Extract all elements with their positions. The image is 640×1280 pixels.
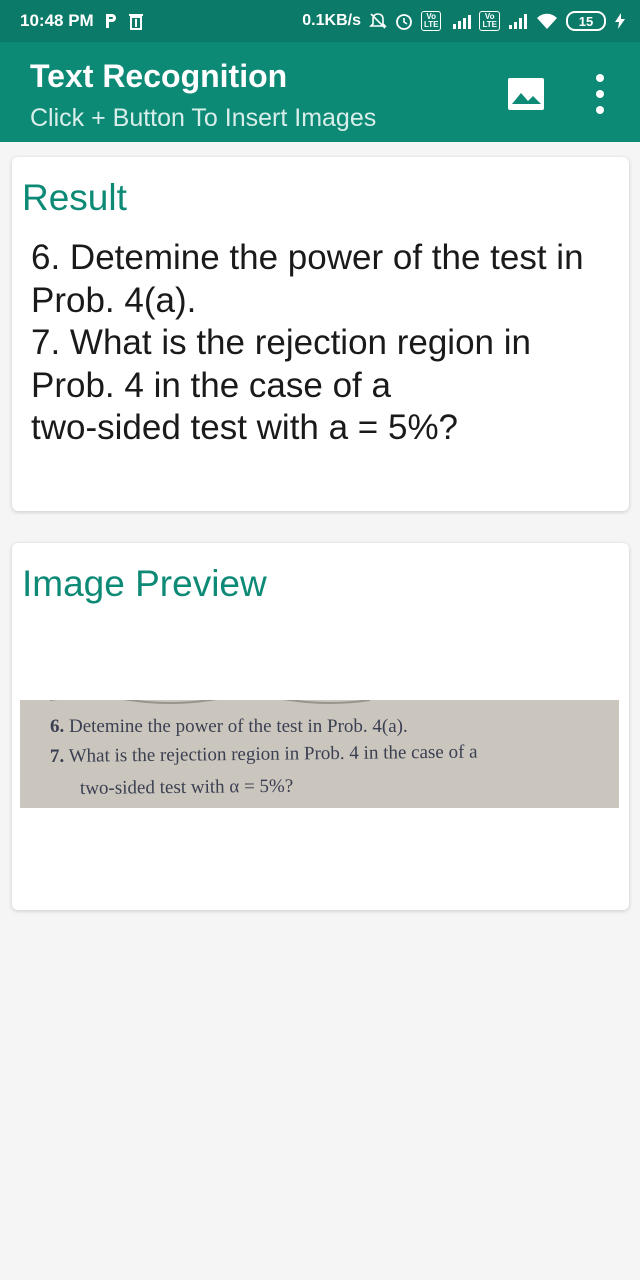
more-dot-icon <box>596 74 604 82</box>
result-title: Result <box>22 177 127 218</box>
battery-indicator: 15 <box>566 11 606 31</box>
app-subtitle: Click + Button To Insert Images <box>30 104 377 132</box>
preview-image: 6. Detemine the power of the test in Pro… <box>20 700 619 808</box>
result-line: Prob. 4(a). <box>31 280 197 320</box>
app-bar: Text Recognition Click + Button To Inser… <box>0 42 640 142</box>
volte-icon: Vo LTE <box>420 11 442 31</box>
result-card: Result 6. Detemine the power of the test… <box>12 157 629 511</box>
alarm-icon <box>395 12 413 30</box>
charging-icon <box>614 12 626 30</box>
more-options-button[interactable] <box>586 74 614 114</box>
result-line: Prob. 4 in the case of a <box>31 365 391 405</box>
preview-line-3: two-sided test with α = 5%? <box>79 775 294 799</box>
result-line: 7. What is the rejection region in <box>31 323 531 362</box>
status-time: 10:48 PM <box>20 11 94 30</box>
insert-image-button[interactable] <box>506 76 546 112</box>
status-bar: 10:48 PM 0.1KB/s Vo LTE Vo LTE 15 <box>0 0 640 42</box>
volte-icon-2: Vo LTE <box>479 11 500 31</box>
result-text[interactable]: 6. Detemine the power of the test in Pro… <box>31 237 621 450</box>
wifi-icon <box>536 12 558 30</box>
preview-line-2: 7. What is the rejection region in Prob.… <box>49 741 478 767</box>
more-dot-icon <box>596 90 604 98</box>
app-title: Text Recognition <box>30 58 288 94</box>
image-icon <box>508 78 544 110</box>
preview-cropped-line <box>50 700 371 709</box>
signal-4g-icon <box>449 12 472 30</box>
image-preview-title: Image Preview <box>22 563 267 604</box>
trash-icon <box>128 12 144 30</box>
more-dot-icon <box>596 106 604 114</box>
image-preview-card: Image Preview 6. Detemine the power of t… <box>12 543 629 910</box>
result-line: 6. Detemine the power of the test in <box>31 238 584 277</box>
muted-bell-icon <box>369 12 387 30</box>
signal-icon <box>508 12 528 30</box>
preview-line-1: 6. Detemine the power of the test in Pro… <box>50 716 408 737</box>
result-line: two-sided test with a = 5%? <box>31 408 459 447</box>
network-speed: 0.1KB/s <box>302 12 361 29</box>
parking-icon <box>104 12 118 30</box>
